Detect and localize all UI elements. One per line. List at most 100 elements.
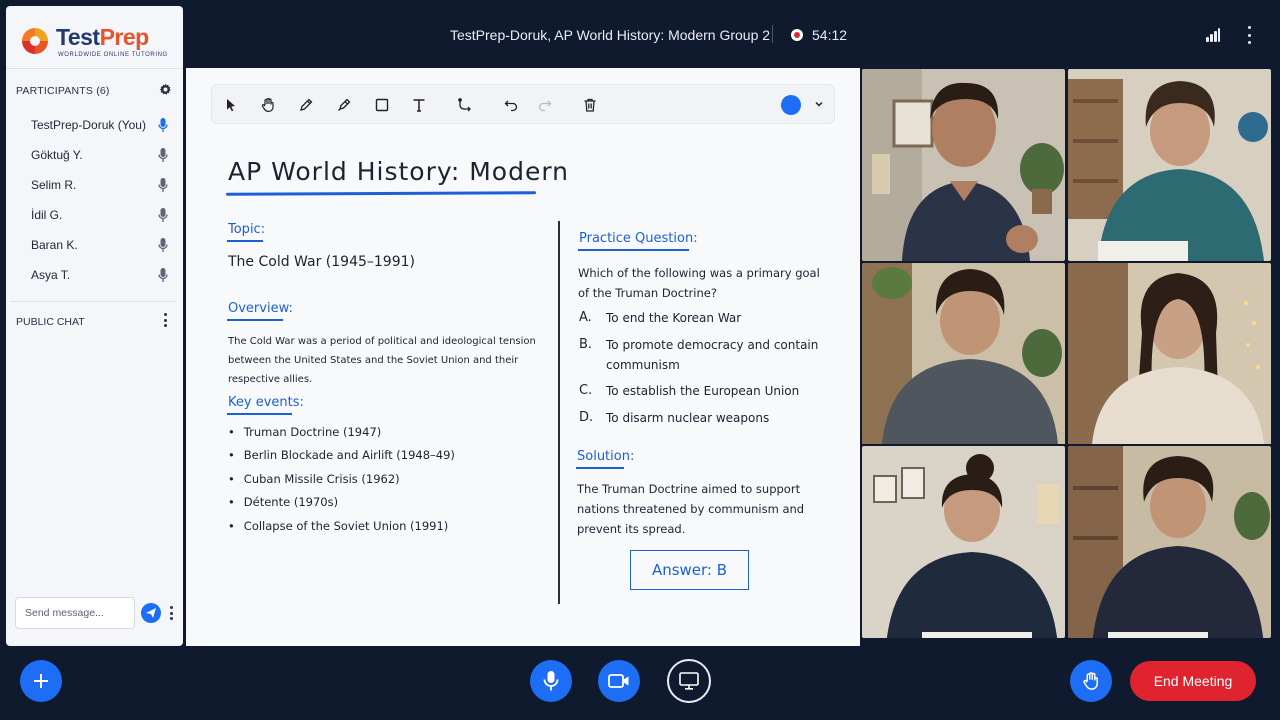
answer-option: D. To disarm nuclear weapons bbox=[579, 410, 770, 425]
mic-icon bbox=[158, 148, 168, 162]
participant-video-feed bbox=[862, 263, 1065, 444]
send-icon bbox=[146, 608, 156, 618]
video-tile[interactable] bbox=[1068, 446, 1271, 638]
highlighter-icon[interactable] bbox=[333, 94, 355, 116]
whiteboard[interactable]: AP World History: Modern Topic: The Cold… bbox=[186, 68, 860, 646]
answer-option: A. To end the Korean War bbox=[579, 310, 742, 325]
testprep-logo: TestPrep WORLDWIDE ONLINE TUTORING bbox=[20, 24, 170, 64]
topic-label: Topic: bbox=[228, 222, 266, 237]
participant-video-feed bbox=[862, 69, 1065, 261]
answer-option: C. To establish the European Union bbox=[579, 383, 800, 398]
label-underline bbox=[578, 249, 689, 251]
brand-name: TestPrep bbox=[56, 24, 149, 50]
participant-name: TestPrep-Doruk (You) bbox=[31, 118, 146, 132]
participant-video-feed bbox=[1068, 446, 1271, 638]
participant-item[interactable]: Selim R. bbox=[31, 175, 181, 197]
answer-box: Answer: B bbox=[630, 550, 749, 590]
key-event-item: Berlin Blockade and Airlift (1948–49) bbox=[228, 448, 455, 462]
sidebar: TestPrep WORLDWIDE ONLINE TUTORING PARTI… bbox=[6, 6, 183, 646]
meeting-title: TestPrep-Doruk, AP World History: Modern… bbox=[450, 27, 771, 43]
mic-icon bbox=[158, 268, 168, 282]
participant-name: Göktuğ Y. bbox=[31, 148, 83, 162]
select-icon[interactable] bbox=[220, 94, 242, 116]
chat-message-input[interactable] bbox=[15, 597, 135, 629]
connection-signal-icon[interactable] bbox=[1206, 28, 1220, 42]
label-underline bbox=[227, 413, 292, 415]
participant-item[interactable]: İdil G. bbox=[31, 205, 181, 227]
sidebar-divider bbox=[6, 68, 183, 69]
redo-icon[interactable] bbox=[534, 94, 556, 116]
participant-video-feed bbox=[862, 446, 1065, 638]
color-picker-swatch[interactable] bbox=[781, 95, 801, 115]
video-tile[interactable] bbox=[1068, 263, 1271, 455]
participant-item[interactable]: TestPrep-Doruk (You) bbox=[31, 115, 181, 137]
chat-options-icon[interactable] bbox=[169, 606, 173, 620]
answer-option: B. To promote democracy and contain commu… bbox=[579, 337, 819, 372]
chat-more-icon[interactable] bbox=[163, 313, 167, 327]
key-event-item: Cuban Missile Crisis (1962) bbox=[228, 472, 400, 486]
key-event-item: Collapse of the Soviet Union (1991) bbox=[228, 519, 449, 533]
mic-icon bbox=[158, 238, 168, 252]
participant-item[interactable]: Göktuğ Y. bbox=[31, 145, 181, 167]
top-bar: TestPrep-Doruk, AP World History: Modern… bbox=[186, 0, 1280, 68]
public-chat-header: PUBLIC CHAT bbox=[16, 316, 85, 328]
rectangle-icon[interactable] bbox=[371, 94, 393, 116]
participant-item[interactable]: Asya T. bbox=[31, 265, 181, 287]
mic-icon bbox=[158, 178, 168, 192]
chevron-down-icon[interactable] bbox=[813, 98, 825, 110]
participant-video-feed bbox=[1068, 69, 1271, 261]
key-event-item: Détente (1970s) bbox=[228, 495, 338, 509]
participant-item[interactable]: Baran K. bbox=[31, 235, 181, 257]
label-underline bbox=[227, 240, 263, 242]
participant-name: Baran K. bbox=[31, 238, 78, 252]
mic-icon bbox=[158, 208, 168, 222]
participant-name: İdil G. bbox=[31, 208, 63, 222]
monitor-icon bbox=[679, 672, 699, 690]
overview-text: The Cold War was a period of political a… bbox=[228, 336, 536, 385]
sidebar-divider bbox=[10, 301, 176, 302]
video-tile[interactable] bbox=[1068, 69, 1271, 261]
label-underline bbox=[227, 319, 283, 321]
add-button[interactable] bbox=[20, 660, 62, 702]
pencil-icon[interactable] bbox=[295, 94, 317, 116]
plus-icon bbox=[34, 674, 48, 688]
screen-share-button[interactable] bbox=[667, 659, 711, 703]
title-separator bbox=[772, 25, 773, 43]
more-options-icon[interactable] bbox=[1244, 26, 1254, 44]
label-underline bbox=[576, 467, 624, 469]
testprep-logo-icon bbox=[22, 28, 48, 54]
participants-header: PARTICIPANTS (6) bbox=[16, 85, 110, 97]
mic-active-icon bbox=[158, 118, 168, 132]
trash-icon[interactable] bbox=[579, 94, 601, 116]
raise-hand-icon bbox=[1083, 672, 1098, 690]
whiteboard-toolbar bbox=[211, 84, 835, 124]
video-tile[interactable] bbox=[862, 446, 1065, 638]
end-meeting-button[interactable]: End Meeting bbox=[1130, 661, 1256, 701]
key-events-label: Key events: bbox=[228, 395, 304, 410]
participant-name: Selim R. bbox=[31, 178, 77, 192]
solution-text: The Truman Doctrine aimed to support nat… bbox=[577, 482, 805, 536]
recording-icon bbox=[791, 29, 803, 41]
solution-label: Solution: bbox=[577, 449, 635, 464]
text-icon[interactable] bbox=[408, 94, 430, 116]
microphone-icon bbox=[543, 671, 559, 691]
brand-tagline: WORLDWIDE ONLINE TUTORING bbox=[58, 52, 168, 58]
gear-icon[interactable] bbox=[159, 83, 172, 96]
video-tile[interactable] bbox=[862, 263, 1065, 455]
connector-icon[interactable] bbox=[454, 94, 476, 116]
practice-question-label: Practice Question: bbox=[579, 231, 698, 246]
raise-hand-button[interactable] bbox=[1070, 660, 1112, 702]
practice-question-text: Which of the following was a primary goa… bbox=[578, 266, 820, 300]
camera-button[interactable] bbox=[598, 660, 640, 702]
recording-time: 54:12 bbox=[812, 27, 848, 43]
participant-name: Asya T. bbox=[31, 268, 71, 282]
board-title: AP World History: Modern bbox=[228, 157, 570, 186]
send-button[interactable] bbox=[141, 603, 161, 623]
undo-icon[interactable] bbox=[500, 94, 522, 116]
pan-hand-icon[interactable] bbox=[257, 94, 279, 116]
overview-label: Overview: bbox=[228, 301, 293, 316]
video-tile[interactable] bbox=[862, 69, 1065, 261]
microphone-button[interactable] bbox=[530, 660, 572, 702]
title-underline bbox=[225, 191, 537, 196]
key-event-item: Truman Doctrine (1947) bbox=[228, 425, 381, 439]
